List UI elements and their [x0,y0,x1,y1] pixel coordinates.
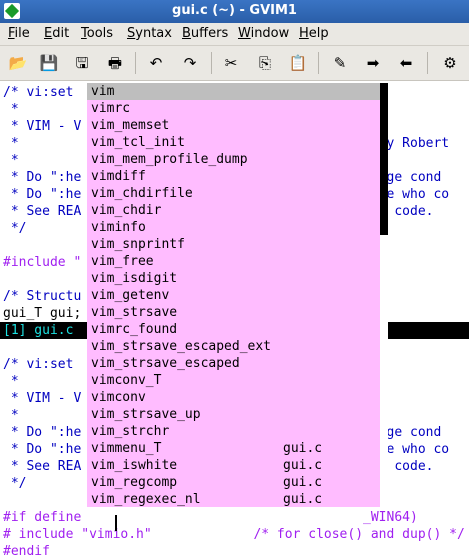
menu-tools[interactable]: Tools [81,26,113,41]
toolbar-separator [318,52,319,74]
editor-line: * [3,153,19,168]
replace-icon[interactable]: ✎ [331,54,349,72]
paste-icon[interactable]: 📋 [289,54,308,72]
completion-item-source: gui.c [283,458,323,473]
cut-icon[interactable]: ✂ [222,54,240,72]
completion-item[interactable]: vim_chdir [91,202,161,219]
window-title: gui.c (~) - GVIM1 [172,3,297,18]
completion-item-source: gui.c [283,475,323,490]
completion-item[interactable]: vim_iswhite [91,457,177,474]
text-cursor [115,515,117,531]
save-icon[interactable]: 💾 [40,54,59,72]
completion-item[interactable]: vim_snprintf [91,236,185,253]
editor-line: */ [3,476,27,491]
completion-item-selected[interactable]: vim [91,83,114,100]
completion-item-source: gui.c [283,492,323,507]
copy-icon[interactable]: ⎘ [256,54,274,72]
menu-edit[interactable]: Edit [44,26,69,41]
completion-item[interactable]: vim_regcomp [91,474,177,491]
editor-line: * [3,102,19,117]
editor-line: * [3,408,19,423]
completion-item[interactable]: vimdiff [91,168,146,185]
completion-item[interactable]: vim_memset [91,117,169,134]
completion-item-source: gui.c [283,441,323,456]
completion-scrollbar-thumb[interactable] [380,83,388,235]
editor-line: #if define _WIN64) [3,510,418,525]
menu-buffers[interactable]: Buffers [182,26,228,41]
completion-item[interactable]: vim_free [91,253,154,270]
menu-syntax[interactable]: Syntax [127,26,172,41]
completion-item[interactable]: vimmenu_T [91,440,161,457]
menu-help[interactable]: Help [299,26,329,41]
open-folder-icon[interactable]: 📂 [9,54,28,72]
completion-item[interactable]: vim_tcl_init [91,134,185,151]
menu-bar: File Edit Tools Syntax Buffers Window He… [0,23,469,46]
toolbar: 📂 💾 🖫 🖶 ↶ ↷ ✂ ⎘ 📋 ✎ ➡ ⬅ ⚙ [0,46,469,81]
editor-line: gui_T gui; [3,306,82,321]
editor-line: /* vi:set [3,357,74,372]
editor-line: * [3,374,19,389]
title-bar: gui.c (~) - GVIM1 [0,0,469,23]
completion-item[interactable]: vimconv_T [91,372,161,389]
editor-line: */ [3,221,27,236]
completion-item[interactable]: vim_strsave_escaped_ext [91,338,271,355]
editor-line: # include "vimio.h" /* for close() and d… [3,527,465,542]
completion-item[interactable]: vim_regexec_nl [91,491,201,508]
completion-item[interactable]: vim_strsave [91,304,177,321]
editor-line: #include " [3,255,82,270]
completion-selected-highlight [87,83,380,100]
completion-item[interactable]: viminfo [91,219,146,236]
undo-icon[interactable]: ↶ [147,54,165,72]
completion-item[interactable]: vim_strchr [91,423,169,440]
toolbar-separator [427,52,428,74]
completion-item[interactable]: vim_isdigit [91,270,177,287]
completion-item[interactable]: vimrc [91,100,130,117]
completion-item[interactable]: vimrc_found [91,321,177,338]
make-icon[interactable]: ⚙ [441,54,459,72]
completion-item[interactable]: vim_getenv [91,287,169,304]
print-icon[interactable]: 🖶 [106,54,124,72]
save-all-icon[interactable]: 🖫 [73,54,91,72]
completion-item[interactable]: vimconv [91,389,146,406]
toolbar-separator [211,52,212,74]
completion-item[interactable]: vim_strsave_escaped [91,355,240,372]
status-filename: [1] gui.c [3,323,74,338]
completion-popup[interactable]: vim vimrc vim_memset vim_tcl_init vim_mem_pr… [87,83,380,507]
find-next-icon[interactable]: ➡ [364,54,382,72]
redo-icon[interactable]: ↷ [181,54,199,72]
completion-item[interactable]: vim_strsave_up [91,406,201,423]
completion-item[interactable]: vim_mem_profile_dump [91,151,248,168]
menu-window[interactable]: Window [238,26,289,41]
menu-file[interactable]: File [8,26,30,41]
completion-item[interactable]: vim_chdirfile [91,185,193,202]
find-prev-icon[interactable]: ⬅ [397,54,415,72]
toolbar-separator [135,52,136,74]
